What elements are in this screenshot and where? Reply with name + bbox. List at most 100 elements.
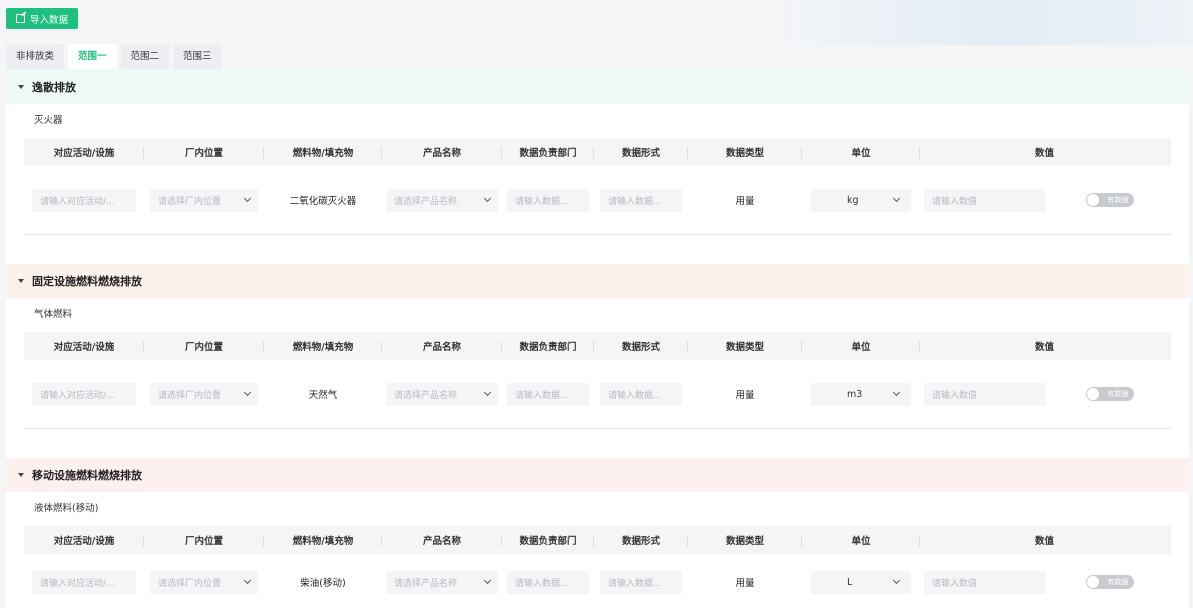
location-placeholder: 请选择厂内位置: [158, 390, 222, 401]
has-data-toggle[interactable]: 有数据: [1085, 387, 1134, 401]
chevron-down-icon: [892, 576, 901, 585]
location-placeholder: 请选择厂内位置: [158, 578, 222, 589]
chevron-down-icon: [483, 576, 492, 585]
col-dept: 数据负责部门: [502, 339, 594, 353]
chevron-down-icon: [892, 194, 901, 203]
toggle-knob: [1086, 388, 1099, 400]
col-location: 厂内位置: [144, 145, 264, 159]
value-input[interactable]: 请输入数值: [924, 382, 1046, 406]
toolbar: 导入数据: [6, 8, 79, 29]
group-title: 气体燃料: [34, 309, 73, 320]
tab-scope-2[interactable]: 范围二: [120, 44, 170, 69]
table-header: 对应活动/设施 厂内位置 燃料物/填充物 产品名称 数据负责部门 数据形式 数据…: [24, 138, 1171, 166]
collapse-caret-icon: [18, 85, 24, 89]
scope-tabs: 非排放类 范围一 范围二 范围三: [6, 44, 222, 69]
chevron-down-icon: [483, 388, 492, 397]
import-data-button[interactable]: 导入数据: [6, 8, 79, 29]
col-activity: 对应活动/设施: [24, 145, 144, 159]
activity-input[interactable]: 请输入对应活动/...: [32, 570, 136, 594]
col-fuel: 燃料物/填充物: [264, 339, 382, 353]
fuel-value: 天然气: [308, 390, 338, 401]
fuel-value: 柴油(移动): [300, 578, 346, 589]
section-title: 移动设施燃料燃烧排放: [32, 469, 142, 482]
location-placeholder: 请选择厂内位置: [158, 196, 222, 207]
form-input[interactable]: 请输入数据...: [600, 570, 682, 594]
toggle-knob: [1086, 576, 1099, 588]
table-row: 请输入对应活动/... 请选择厂内位置 柴油(移动) 请选择产品名称 请输入数据…: [24, 554, 1171, 608]
section-header-mobile[interactable]: 移动设施燃料燃烧排放: [6, 458, 1189, 492]
section-header-fugitive[interactable]: 逸散排放: [6, 70, 1189, 104]
has-data-toggle[interactable]: 有数据: [1085, 575, 1134, 589]
col-product: 产品名称: [382, 339, 502, 353]
data-type-value: 用量: [735, 578, 755, 589]
col-activity: 对应活动/设施: [24, 339, 144, 353]
form-input[interactable]: 请输入数据...: [600, 382, 682, 406]
col-form: 数据形式: [594, 533, 688, 547]
col-product: 产品名称: [382, 533, 502, 547]
has-data-toggle[interactable]: 有数据: [1085, 193, 1134, 207]
data-type-value: 用量: [735, 196, 755, 207]
col-fuel: 燃料物/填充物: [264, 145, 382, 159]
toggle-label: 有数据: [1107, 390, 1129, 398]
col-data-type: 数据类型: [688, 533, 802, 547]
import-data-label: 导入数据: [30, 14, 69, 26]
location-select[interactable]: 请选择厂内位置: [150, 188, 258, 212]
unit-select[interactable]: kg: [811, 188, 911, 212]
toggle-label: 有数据: [1107, 196, 1129, 204]
scope-1-content: 逸散排放 灭火器 对应活动/设施 厂内位置 燃料物/填充物 产品名称 数据负责部…: [6, 70, 1189, 608]
product-select[interactable]: 请选择产品名称: [386, 382, 498, 406]
col-dept: 数据负责部门: [502, 533, 594, 547]
col-unit: 单位: [802, 533, 920, 547]
col-form: 数据形式: [594, 339, 688, 353]
product-placeholder: 请选择产品名称: [394, 578, 458, 589]
section-header-stationary[interactable]: 固定设施燃料燃烧排放: [6, 264, 1189, 298]
col-location: 厂内位置: [144, 533, 264, 547]
col-fuel: 燃料物/填充物: [264, 533, 382, 547]
tab-scope-1[interactable]: 范围一: [68, 44, 117, 69]
group-title: 液体燃料(移动): [34, 503, 99, 514]
col-activity: 对应活动/设施: [24, 533, 144, 547]
chevron-down-icon: [483, 194, 492, 203]
tab-scope-3[interactable]: 范围三: [173, 44, 222, 69]
group-liquid-fuel-mobile: 液体燃料(移动) 对应活动/设施 厂内位置 燃料物/填充物 产品名称 数据负责部…: [6, 492, 1189, 608]
group-gas-fuel: 气体燃料 对应活动/设施 厂内位置 燃料物/填充物 产品名称 数据负责部门 数据…: [6, 298, 1189, 429]
toggle-knob: [1086, 194, 1099, 206]
product-select[interactable]: 请选择产品名称: [386, 570, 498, 594]
col-unit: 单位: [802, 339, 920, 353]
collapse-caret-icon: [18, 279, 24, 283]
value-input[interactable]: 请输入数值: [924, 188, 1046, 212]
location-select[interactable]: 请选择厂内位置: [150, 382, 258, 406]
col-data-type: 数据类型: [688, 339, 802, 353]
unit-select[interactable]: L: [811, 570, 911, 594]
product-placeholder: 请选择产品名称: [394, 390, 458, 401]
section-title: 固定设施燃料燃烧排放: [32, 275, 142, 288]
unit-value: L: [847, 576, 853, 588]
table-row: 请输入对应活动/... 请选择厂内位置 二氧化碳灭火器 请选择产品名称 请输入数…: [24, 166, 1171, 235]
product-placeholder: 请选择产品名称: [394, 196, 458, 207]
activity-input[interactable]: 请输入对应活动/...: [32, 188, 136, 212]
col-location: 厂内位置: [144, 339, 264, 353]
col-unit: 单位: [802, 145, 920, 159]
activity-input[interactable]: 请输入对应活动/...: [32, 382, 136, 406]
chevron-down-icon: [243, 576, 252, 585]
dept-input[interactable]: 请输入数据...: [507, 188, 589, 212]
tab-non-emission[interactable]: 非排放类: [6, 44, 65, 69]
collapse-caret-icon: [18, 473, 24, 477]
col-value: 数值: [1034, 148, 1054, 159]
col-dept: 数据负责部门: [502, 145, 594, 159]
value-input[interactable]: 请输入数值: [924, 570, 1046, 594]
location-select[interactable]: 请选择厂内位置: [150, 570, 258, 594]
form-input[interactable]: 请输入数据...: [600, 188, 682, 212]
dept-input[interactable]: 请输入数据...: [507, 570, 589, 594]
dept-input[interactable]: 请输入数据...: [507, 382, 589, 406]
unit-value: m3: [847, 388, 863, 400]
group-title: 灭火器: [34, 115, 63, 126]
col-product: 产品名称: [382, 145, 502, 159]
fuel-value: 二氧化碳灭火器: [289, 196, 357, 207]
col-form: 数据形式: [594, 145, 688, 159]
col-data-type: 数据类型: [688, 145, 802, 159]
unit-value: kg: [847, 194, 859, 206]
unit-select[interactable]: m3: [811, 382, 911, 406]
product-select[interactable]: 请选择产品名称: [386, 188, 498, 212]
chevron-down-icon: [892, 388, 901, 397]
